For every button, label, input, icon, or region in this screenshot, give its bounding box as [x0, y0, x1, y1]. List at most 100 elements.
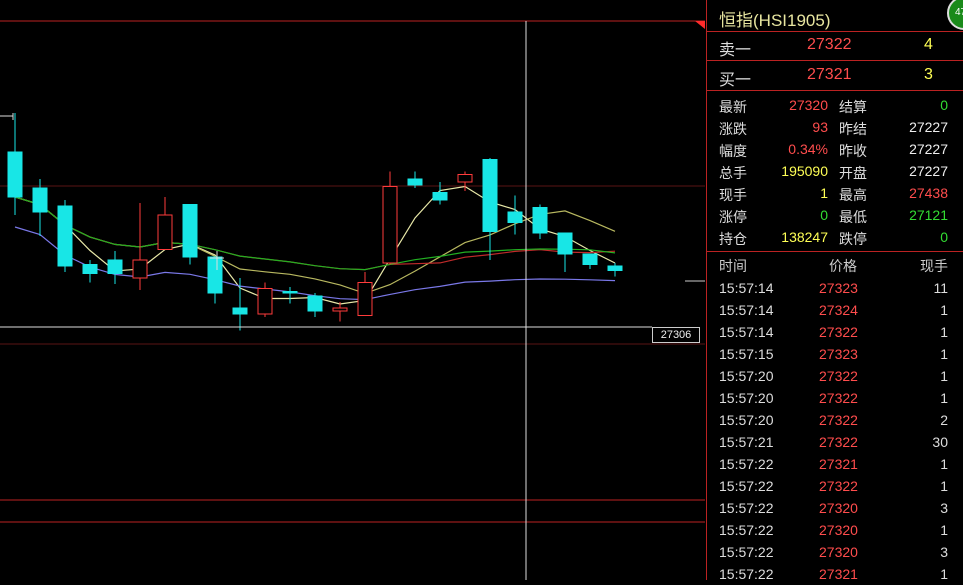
tick-volume: 11	[933, 280, 948, 296]
sell-one-price: 27322	[807, 36, 852, 53]
tick-time: 15:57:20	[719, 390, 774, 406]
tick-time: 15:57:14	[719, 280, 774, 296]
candle-body	[32, 187, 48, 213]
quote-value: 27227	[909, 119, 948, 135]
tick-row[interactable]: 15:57:14 27323 11	[707, 277, 963, 299]
tick-row[interactable]: 15:57:14 27322 1	[707, 321, 963, 343]
quote-value: 138247	[781, 229, 828, 245]
tick-volume: 3	[940, 500, 948, 516]
quote-row: 总手 195090 开盘 27227	[707, 160, 963, 182]
quote-label: 总手	[719, 165, 747, 181]
tick-price: 27320	[819, 544, 858, 560]
instrument-title[interactable]: 恒指(HSI1905)	[719, 6, 830, 31]
tick-row[interactable]: 15:57:22 27320 3	[707, 541, 963, 563]
candle-body	[457, 174, 473, 183]
quote-row: 最新 27320 结算 0	[707, 94, 963, 116]
candle-body	[57, 205, 73, 267]
ma-line-short	[14, 185, 616, 305]
tick-volume: 1	[940, 456, 948, 472]
tick-price: 27322	[819, 412, 858, 428]
quote-value: 0	[940, 97, 948, 113]
quote-label: 最高	[839, 187, 867, 203]
candle-body	[432, 192, 448, 201]
tick-time: 15:57:14	[719, 302, 774, 318]
quote-value: 27320	[789, 97, 828, 113]
quote-panel: 恒指(HSI1905) 47 卖一 27322 4 买一 27321 3 最新 2…	[706, 0, 963, 582]
tick-row[interactable]: 15:57:22 27320 3	[707, 497, 963, 519]
tick-row[interactable]: 15:57:20 27322 1	[707, 387, 963, 409]
quote-value: 1	[820, 185, 828, 201]
candle-body	[482, 159, 498, 232]
tick-price: 27322	[819, 434, 858, 450]
sell-one-row[interactable]: 卖一 27322 4	[707, 31, 963, 59]
quote-label: 跌停	[839, 231, 867, 247]
candle-body	[207, 256, 223, 294]
corner-marker	[695, 21, 705, 29]
candle-body	[132, 259, 148, 279]
ticks-header-time: 时间	[719, 258, 747, 274]
quote-label: 最新	[719, 99, 747, 115]
tick-row[interactable]: 15:57:15 27323 1	[707, 343, 963, 365]
buy-one-label: 买一	[719, 72, 752, 89]
tick-volume: 1	[940, 390, 948, 406]
quote-row: 涨跌 93 昨结 27227	[707, 116, 963, 138]
quote-row: 持仓 138247 跌停 0	[707, 226, 963, 248]
badge[interactable]: 47	[947, 0, 963, 30]
divider	[707, 90, 963, 91]
quote-value: 27438	[909, 185, 948, 201]
kline-chart[interactable]: 27306	[0, 0, 705, 580]
quote-row: 涨停 0 最低 27121	[707, 204, 963, 226]
tick-time: 15:57:14	[719, 324, 774, 340]
quote-value: 0	[820, 207, 828, 223]
quote-label: 幅度	[719, 143, 747, 159]
candle-body	[307, 295, 323, 312]
tick-row[interactable]: 15:57:22 27321 1	[707, 563, 963, 585]
candle-body	[7, 151, 23, 198]
tick-volume: 1	[940, 368, 948, 384]
quote-label: 现手	[719, 187, 747, 203]
ma-line-long	[14, 196, 616, 271]
quote-label: 结算	[839, 99, 867, 115]
quote-label: 昨收	[839, 143, 867, 159]
tick-price: 27322	[819, 368, 858, 384]
tick-price: 27323	[819, 346, 858, 362]
tick-volume: 1	[940, 324, 948, 340]
tick-volume: 1	[940, 478, 948, 494]
tick-row[interactable]: 15:57:14 27324 1	[707, 299, 963, 321]
candle-body	[357, 282, 373, 316]
kline-chart-canvas[interactable]	[0, 0, 705, 580]
quote-value: 27227	[909, 163, 948, 179]
candle-body	[232, 307, 248, 315]
buy-one-row[interactable]: 买一 27321 3	[707, 61, 963, 89]
tick-time: 15:57:21	[719, 434, 774, 450]
ticks-header-volume: 现手	[920, 258, 948, 274]
quote-value: 27227	[909, 141, 948, 157]
tick-row[interactable]: 15:57:20 27322 2	[707, 409, 963, 431]
quote-label: 开盘	[839, 165, 867, 181]
tick-price: 27324	[819, 302, 858, 318]
quote-label: 涨跌	[719, 121, 747, 137]
quote-value: 27121	[909, 207, 948, 223]
tick-price: 27323	[819, 280, 858, 296]
quote-row: 幅度 0.34% 昨收 27227	[707, 138, 963, 160]
tick-time: 15:57:22	[719, 456, 774, 472]
candle-body	[332, 307, 348, 312]
tick-row[interactable]: 15:57:20 27322 1	[707, 365, 963, 387]
candle-body	[582, 253, 598, 265]
tick-volume: 2	[940, 412, 948, 428]
sell-one-volume: 4	[924, 36, 933, 53]
candle-body	[157, 214, 173, 250]
tick-row[interactable]: 15:57:22 27321 1	[707, 453, 963, 475]
quote-label: 最低	[839, 209, 867, 225]
tick-price: 27321	[819, 456, 858, 472]
buy-one-price: 27321	[807, 66, 852, 83]
tick-row[interactable]: 15:57:22 27320 1	[707, 519, 963, 541]
quote-value: 93	[812, 119, 828, 135]
ma-line-longer	[14, 196, 616, 271]
tick-row[interactable]: 15:57:21 27322 30	[707, 431, 963, 453]
sell-one-label: 卖一	[719, 42, 752, 59]
candle-body	[507, 211, 523, 223]
candle-body	[182, 204, 198, 258]
tick-price: 27322	[819, 324, 858, 340]
tick-row[interactable]: 15:57:22 27322 1	[707, 475, 963, 497]
